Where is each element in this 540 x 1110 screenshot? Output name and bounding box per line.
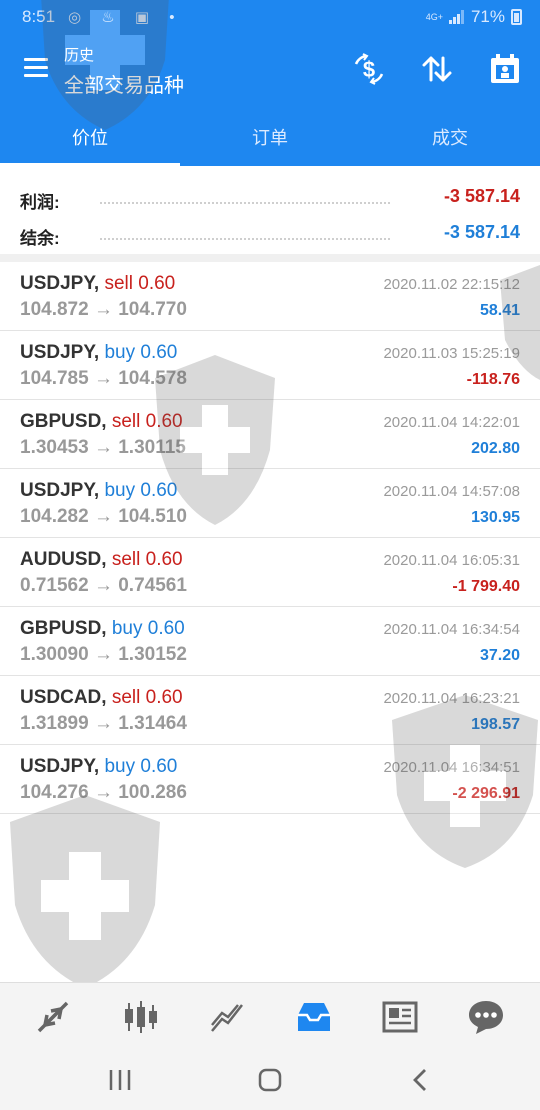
battery-percent: 71% xyxy=(470,7,505,26)
calendar-icon[interactable] xyxy=(488,52,522,86)
deal-symbol: AUDUSD, sell 0.60 xyxy=(20,549,183,571)
profit-label: 利润: xyxy=(20,193,60,212)
menu-icon[interactable] xyxy=(24,58,48,78)
deal-profit: 130.95 xyxy=(471,509,520,526)
news-icon[interactable] xyxy=(380,997,420,1037)
tab-indicator xyxy=(0,163,180,166)
deal-profit: 37.20 xyxy=(479,647,520,664)
deal-prices: 1.30453 → 1.30115 xyxy=(20,437,186,458)
chat-icon[interactable] xyxy=(466,997,506,1037)
deal-symbol: USDJPY, sell 0.60 xyxy=(20,273,175,295)
deal-time: 2020.11.04 16:34:54 xyxy=(383,621,520,638)
deal-symbol: GBPUSD, sell 0.60 xyxy=(20,411,183,433)
deal-side: buy 0.60 xyxy=(104,480,178,501)
header-subtitle: 历史 xyxy=(64,47,95,64)
app-header: 8:51 ◎ ♨ ▣ • 4G+ 71% 历史 全部交易品种 $ 价位 订单 成… xyxy=(0,0,540,166)
deal-side: sell 0.60 xyxy=(111,687,183,708)
system-nav-bar xyxy=(0,1048,540,1110)
watermark-shield-icon xyxy=(10,795,160,988)
deal-symbol: USDJPY, buy 0.60 xyxy=(20,342,177,364)
history-icon[interactable] xyxy=(294,997,334,1037)
deal-symbol-name: USDCAD, xyxy=(20,687,107,708)
deal-side: sell 0.60 xyxy=(111,411,183,432)
deal-time: 2020.11.04 16:34:51 xyxy=(383,759,520,776)
deal-symbol-name: USDJPY, xyxy=(20,342,100,363)
profit-row: 利润: -3 587.14 xyxy=(0,180,540,216)
deal-profit: 202.80 xyxy=(471,440,520,457)
status-time: 8:51 xyxy=(22,7,56,26)
currency-exchange-icon[interactable]: $ xyxy=(352,52,386,86)
deal-symbol-name: GBPUSD, xyxy=(20,411,107,432)
notification-icons: ◎ ♨ ▣ • xyxy=(68,9,183,26)
deal-prices: 1.30090 → 1.30152 xyxy=(20,644,187,665)
screen: 8:51 ◎ ♨ ▣ • 4G+ 71% 历史 全部交易品种 $ 价位 订单 成… xyxy=(0,0,540,1110)
deal-time: 2020.11.04 14:22:01 xyxy=(383,414,520,431)
deal-prices: 104.282 → 104.510 xyxy=(20,506,187,527)
battery-icon xyxy=(511,9,522,25)
toolbar: 历史 全部交易品种 $ xyxy=(0,34,540,106)
deal-side: sell 0.60 xyxy=(104,273,176,294)
tab-positions[interactable]: 价位 xyxy=(0,110,180,166)
deal-time: 2020.11.04 16:23:21 xyxy=(383,690,520,707)
tab-orders[interactable]: 订单 xyxy=(180,110,360,166)
network-label: 4G+ xyxy=(425,11,443,22)
recent-apps-icon[interactable] xyxy=(105,1066,135,1094)
deal-side: buy 0.60 xyxy=(104,342,178,363)
deal-side: sell 0.60 xyxy=(111,549,183,570)
deal-profit: -2 296.91 xyxy=(452,785,520,802)
deal-symbol: USDCAD, sell 0.60 xyxy=(20,687,183,709)
chart-icon[interactable] xyxy=(121,997,161,1037)
tab-deals[interactable]: 成交 xyxy=(360,110,540,166)
deal-symbol-name: AUDUSD, xyxy=(20,549,107,570)
deal-symbol: GBPUSD, buy 0.60 xyxy=(20,618,185,640)
dotted-leader xyxy=(100,238,390,240)
deal-row[interactable]: USDJPY, sell 0.60 104.872 → 104.770 2020.1… xyxy=(0,262,540,331)
deal-row[interactable]: USDCAD, sell 0.60 1.31899 → 1.31464 2020.1… xyxy=(0,676,540,745)
balance-value: -3 587.14 xyxy=(443,222,520,242)
deal-profit: -1 799.40 xyxy=(452,578,520,595)
deal-row[interactable]: USDJPY, buy 0.60 104.282 → 104.510 2020.11… xyxy=(0,469,540,538)
deal-symbol-name: GBPUSD, xyxy=(20,618,107,639)
signal-icon xyxy=(448,10,465,24)
deal-prices: 104.872 → 104.770 xyxy=(20,299,187,320)
balance-label: 结余: xyxy=(20,229,60,248)
deal-prices: 0.71562 → 0.74561 xyxy=(20,575,187,596)
deal-profit: -118.76 xyxy=(466,371,520,388)
bottom-nav xyxy=(0,982,540,1048)
deal-symbol-name: USDJPY, xyxy=(20,756,100,777)
deal-profit: 58.41 xyxy=(479,302,520,319)
balance-row: 结余: -3 587.14 xyxy=(0,216,540,252)
tab-bar: 价位 订单 成交 xyxy=(0,110,540,166)
deal-time: 2020.11.02 22:15:12 xyxy=(383,276,520,293)
quotes-icon[interactable] xyxy=(33,997,73,1037)
deal-profit: 198.57 xyxy=(471,716,520,733)
deal-prices: 104.276 → 100.286 xyxy=(20,782,187,803)
deal-row[interactable]: GBPUSD, sell 0.60 1.30453 → 1.30115 2020.1… xyxy=(0,400,540,469)
deal-prices: 1.31899 → 1.31464 xyxy=(20,713,187,734)
deal-symbol: USDJPY, buy 0.60 xyxy=(20,756,177,778)
deal-row[interactable]: AUDUSD, sell 0.60 0.71562 → 0.74561 2020.1… xyxy=(0,538,540,607)
trade-icon[interactable] xyxy=(208,997,248,1037)
status-right: 4G+ 71% xyxy=(426,7,522,27)
deal-row[interactable]: GBPUSD, buy 0.60 1.30090 → 1.30152 2020.11… xyxy=(0,607,540,676)
deal-time: 2020.11.04 14:57:08 xyxy=(383,483,520,500)
deal-side: buy 0.60 xyxy=(111,618,185,639)
deal-row[interactable]: USDJPY, buy 0.60 104.785 → 104.578 2020.11… xyxy=(0,331,540,400)
profit-value: -3 587.14 xyxy=(443,186,520,206)
deal-row[interactable]: USDJPY, buy 0.60 104.276 → 100.286 2020.11… xyxy=(0,745,540,814)
header-title[interactable]: 全部交易品种 xyxy=(64,69,184,98)
deal-time: 2020.11.04 16:05:31 xyxy=(383,552,520,569)
back-icon[interactable] xyxy=(406,1066,436,1094)
home-icon[interactable] xyxy=(255,1066,285,1094)
section-divider xyxy=(0,254,540,262)
deal-symbol-name: USDJPY, xyxy=(20,273,100,294)
deal-symbol-name: USDJPY, xyxy=(20,480,100,501)
deal-symbol: USDJPY, buy 0.60 xyxy=(20,480,177,502)
dotted-leader xyxy=(100,202,390,204)
deal-prices: 104.785 → 104.578 xyxy=(20,368,187,389)
status-bar: 8:51 ◎ ♨ ▣ • 4G+ 71% xyxy=(0,0,540,34)
sort-icon[interactable] xyxy=(420,52,454,86)
deal-side: buy 0.60 xyxy=(104,756,178,777)
deal-time: 2020.11.03 15:25:19 xyxy=(383,345,520,362)
